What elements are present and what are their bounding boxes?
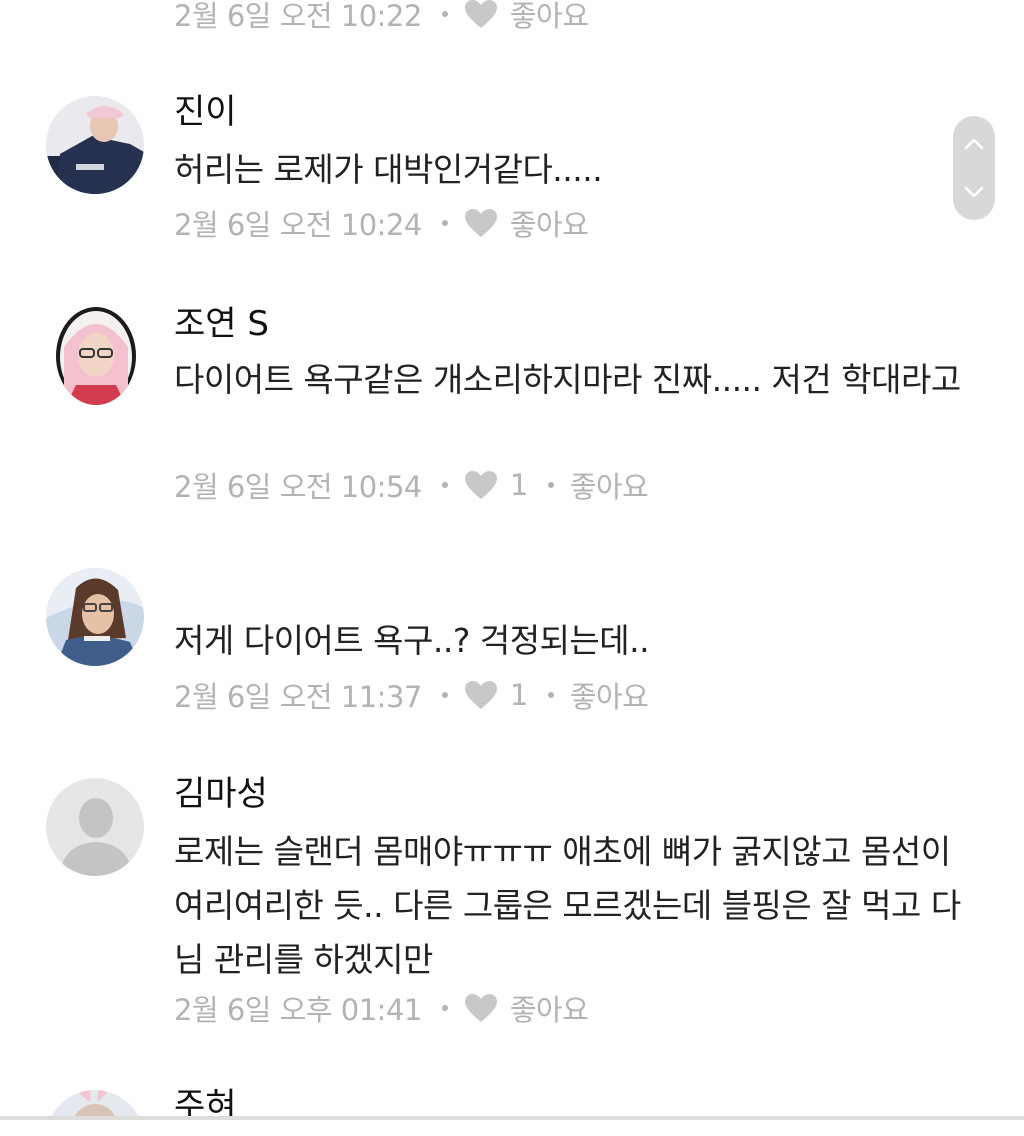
bottom-bar (0, 1120, 1024, 1136)
comment-author[interactable]: 조연 S (174, 302, 269, 346)
separator-dot (441, 692, 448, 698)
comment-meta: 2월 6일 오전 10:24 좋아요 (174, 202, 589, 244)
comment-meta: 2월 6일 오전 10:54 1 좋아요 (174, 464, 649, 506)
avatar-default[interactable] (46, 778, 144, 876)
avatar[interactable] (46, 568, 144, 666)
chevron-down-icon[interactable] (964, 186, 984, 198)
heart-icon[interactable] (464, 993, 498, 1023)
comments-screen: 2월 6일 오전 10:22 좋아요 진이 허리는 로제가 대박인거같다....… (0, 0, 1024, 1136)
heart-icon[interactable] (464, 680, 498, 710)
scroll-nav (953, 116, 995, 220)
comment-time: 2월 6일 오전 10:24 (174, 208, 422, 242)
like-button[interactable]: 좋아요 (570, 464, 649, 506)
comment-body: 허리는 로제가 대박인거같다..... (174, 150, 603, 189)
like-button[interactable]: 좋아요 (570, 674, 649, 716)
comment-meta: 2월 6일 오전 11:37 1 좋아요 (174, 674, 649, 716)
comment-time: 2월 6일 오전 10:54 (174, 470, 422, 504)
comment-body: 로제는 슬랜더 몸매야ㅠㅠㅠ 애초에 뼈가 굵지않고 몸선이 여리여리한 듯..… (174, 832, 961, 979)
comment-meta: 2월 6일 오후 01:41 좋아요 (174, 987, 589, 1029)
comment-time: 2월 6일 오전 11:37 (174, 680, 422, 714)
separator-dot (441, 220, 448, 226)
avatar[interactable] (46, 96, 144, 194)
heart-icon[interactable] (464, 470, 498, 500)
comment-meta-top: 2월 6일 오전 10:22 좋아요 (174, 0, 589, 35)
separator-dot (441, 11, 448, 17)
comment-author[interactable]: 진이 (174, 90, 237, 134)
like-button[interactable]: 좋아요 (510, 202, 589, 244)
like-count: 1 (509, 468, 528, 502)
avatar[interactable] (56, 307, 136, 405)
chevron-up-icon[interactable] (964, 138, 984, 150)
separator-dot (547, 692, 554, 698)
separator-dot (547, 482, 554, 488)
comment-body: 다이어트 욕구같은 개소리하지마라 진짜..... 저건 학대라고 (174, 360, 961, 399)
comment-author[interactable]: 김마성 (174, 772, 268, 816)
separator-dot (441, 482, 448, 488)
comment-body: 저게 다이어트 욕구..? 걱정되는데.. (174, 621, 650, 660)
comment-time: 2월 6일 오전 10:22 (174, 0, 422, 33)
heart-icon[interactable] (464, 0, 498, 29)
like-count: 1 (509, 678, 528, 712)
heart-icon[interactable] (464, 208, 498, 238)
comment-time: 2월 6일 오후 01:41 (174, 993, 422, 1027)
like-button[interactable]: 좋아요 (510, 987, 589, 1029)
separator-dot (441, 1005, 448, 1011)
like-button[interactable]: 좋아요 (510, 0, 589, 35)
